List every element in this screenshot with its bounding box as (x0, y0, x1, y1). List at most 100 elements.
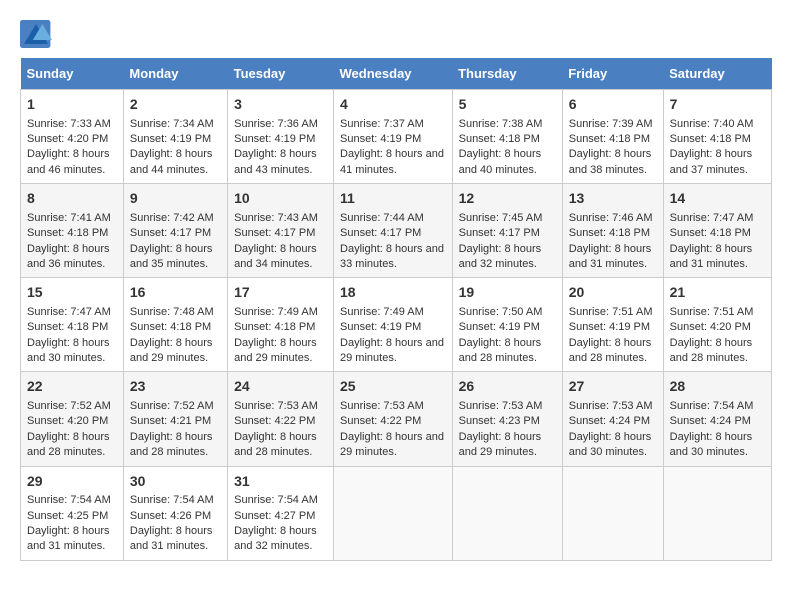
header-tuesday: Tuesday (228, 58, 334, 90)
day-number: 13 (569, 189, 657, 209)
header-wednesday: Wednesday (334, 58, 453, 90)
sunrise-label: Sunrise: 7:34 AM (130, 118, 214, 130)
sunrise-label: Sunrise: 7:54 AM (27, 494, 111, 506)
calendar-cell: 29 Sunrise: 7:54 AM Sunset: 4:25 PM Dayl… (21, 466, 124, 560)
day-number: 15 (27, 283, 117, 303)
sunrise-label: Sunrise: 7:48 AM (130, 306, 214, 318)
daylight-label: Daylight: 8 hours and 29 minutes. (459, 431, 542, 458)
sunrise-label: Sunrise: 7:54 AM (130, 494, 214, 506)
calendar-cell: 7 Sunrise: 7:40 AM Sunset: 4:18 PM Dayli… (663, 90, 771, 184)
calendar-cell: 23 Sunrise: 7:52 AM Sunset: 4:21 PM Dayl… (123, 372, 227, 466)
daylight-label: Daylight: 8 hours and 43 minutes. (234, 148, 317, 175)
sunset-label: Sunset: 4:22 PM (340, 415, 421, 427)
sunset-label: Sunset: 4:18 PM (234, 321, 315, 333)
sunrise-label: Sunrise: 7:40 AM (670, 118, 754, 130)
sunrise-label: Sunrise: 7:36 AM (234, 118, 318, 130)
sunrise-label: Sunrise: 7:43 AM (234, 212, 318, 224)
week-row-2: 8 Sunrise: 7:41 AM Sunset: 4:18 PM Dayli… (21, 184, 772, 278)
calendar-cell: 28 Sunrise: 7:54 AM Sunset: 4:24 PM Dayl… (663, 372, 771, 466)
calendar-cell: 25 Sunrise: 7:53 AM Sunset: 4:22 PM Dayl… (334, 372, 453, 466)
week-row-5: 29 Sunrise: 7:54 AM Sunset: 4:25 PM Dayl… (21, 466, 772, 560)
logo (20, 20, 56, 48)
sunrise-label: Sunrise: 7:52 AM (130, 400, 214, 412)
sunrise-label: Sunrise: 7:51 AM (670, 306, 754, 318)
sunset-label: Sunset: 4:19 PM (130, 133, 211, 145)
daylight-label: Daylight: 8 hours and 32 minutes. (234, 525, 317, 552)
daylight-label: Daylight: 8 hours and 30 minutes. (569, 431, 652, 458)
day-number: 21 (670, 283, 765, 303)
sunrise-label: Sunrise: 7:49 AM (340, 306, 424, 318)
daylight-label: Daylight: 8 hours and 31 minutes. (130, 525, 213, 552)
sunrise-label: Sunrise: 7:39 AM (569, 118, 653, 130)
logo-icon (20, 20, 52, 48)
sunset-label: Sunset: 4:18 PM (670, 227, 751, 239)
day-number: 27 (569, 377, 657, 397)
sunset-label: Sunset: 4:22 PM (234, 415, 315, 427)
calendar-cell (663, 466, 771, 560)
sunrise-label: Sunrise: 7:51 AM (569, 306, 653, 318)
sunrise-label: Sunrise: 7:46 AM (569, 212, 653, 224)
sunset-label: Sunset: 4:17 PM (340, 227, 421, 239)
calendar-cell: 14 Sunrise: 7:47 AM Sunset: 4:18 PM Dayl… (663, 184, 771, 278)
calendar-header-row: SundayMondayTuesdayWednesdayThursdayFrid… (21, 58, 772, 90)
sunset-label: Sunset: 4:19 PM (569, 321, 650, 333)
sunrise-label: Sunrise: 7:53 AM (234, 400, 318, 412)
day-number: 5 (459, 95, 556, 115)
header-friday: Friday (562, 58, 663, 90)
daylight-label: Daylight: 8 hours and 41 minutes. (340, 148, 444, 175)
daylight-label: Daylight: 8 hours and 30 minutes. (670, 431, 753, 458)
calendar-cell: 4 Sunrise: 7:37 AM Sunset: 4:19 PM Dayli… (334, 90, 453, 184)
daylight-label: Daylight: 8 hours and 35 minutes. (130, 243, 213, 270)
daylight-label: Daylight: 8 hours and 37 minutes. (670, 148, 753, 175)
sunrise-label: Sunrise: 7:49 AM (234, 306, 318, 318)
calendar-cell: 9 Sunrise: 7:42 AM Sunset: 4:17 PM Dayli… (123, 184, 227, 278)
header-monday: Monday (123, 58, 227, 90)
day-number: 26 (459, 377, 556, 397)
daylight-label: Daylight: 8 hours and 36 minutes. (27, 243, 110, 270)
calendar-cell (334, 466, 453, 560)
calendar-cell: 31 Sunrise: 7:54 AM Sunset: 4:27 PM Dayl… (228, 466, 334, 560)
daylight-label: Daylight: 8 hours and 32 minutes. (459, 243, 542, 270)
sunrise-label: Sunrise: 7:47 AM (27, 306, 111, 318)
daylight-label: Daylight: 8 hours and 28 minutes. (670, 337, 753, 364)
calendar-cell: 11 Sunrise: 7:44 AM Sunset: 4:17 PM Dayl… (334, 184, 453, 278)
day-number: 17 (234, 283, 327, 303)
calendar-cell: 27 Sunrise: 7:53 AM Sunset: 4:24 PM Dayl… (562, 372, 663, 466)
sunrise-label: Sunrise: 7:38 AM (459, 118, 543, 130)
day-number: 10 (234, 189, 327, 209)
day-number: 28 (670, 377, 765, 397)
sunset-label: Sunset: 4:26 PM (130, 510, 211, 522)
header-sunday: Sunday (21, 58, 124, 90)
daylight-label: Daylight: 8 hours and 28 minutes. (459, 337, 542, 364)
calendar-cell: 15 Sunrise: 7:47 AM Sunset: 4:18 PM Dayl… (21, 278, 124, 372)
sunrise-label: Sunrise: 7:33 AM (27, 118, 111, 130)
week-row-4: 22 Sunrise: 7:52 AM Sunset: 4:20 PM Dayl… (21, 372, 772, 466)
day-number: 12 (459, 189, 556, 209)
sunrise-label: Sunrise: 7:47 AM (670, 212, 754, 224)
sunset-label: Sunset: 4:19 PM (340, 321, 421, 333)
calendar-cell: 26 Sunrise: 7:53 AM Sunset: 4:23 PM Dayl… (452, 372, 562, 466)
sunrise-label: Sunrise: 7:54 AM (670, 400, 754, 412)
sunset-label: Sunset: 4:23 PM (459, 415, 540, 427)
daylight-label: Daylight: 8 hours and 28 minutes. (569, 337, 652, 364)
sunset-label: Sunset: 4:24 PM (569, 415, 650, 427)
day-number: 3 (234, 95, 327, 115)
day-number: 29 (27, 472, 117, 492)
daylight-label: Daylight: 8 hours and 34 minutes. (234, 243, 317, 270)
sunrise-label: Sunrise: 7:37 AM (340, 118, 424, 130)
daylight-label: Daylight: 8 hours and 28 minutes. (234, 431, 317, 458)
daylight-label: Daylight: 8 hours and 29 minutes. (340, 431, 444, 458)
sunset-label: Sunset: 4:21 PM (130, 415, 211, 427)
calendar-cell: 21 Sunrise: 7:51 AM Sunset: 4:20 PM Dayl… (663, 278, 771, 372)
day-number: 11 (340, 189, 446, 209)
sunrise-label: Sunrise: 7:42 AM (130, 212, 214, 224)
header-thursday: Thursday (452, 58, 562, 90)
sunset-label: Sunset: 4:18 PM (569, 133, 650, 145)
daylight-label: Daylight: 8 hours and 38 minutes. (569, 148, 652, 175)
sunset-label: Sunset: 4:19 PM (459, 321, 540, 333)
daylight-label: Daylight: 8 hours and 46 minutes. (27, 148, 110, 175)
page-header (20, 20, 772, 48)
daylight-label: Daylight: 8 hours and 31 minutes. (569, 243, 652, 270)
sunrise-label: Sunrise: 7:54 AM (234, 494, 318, 506)
daylight-label: Daylight: 8 hours and 28 minutes. (130, 431, 213, 458)
